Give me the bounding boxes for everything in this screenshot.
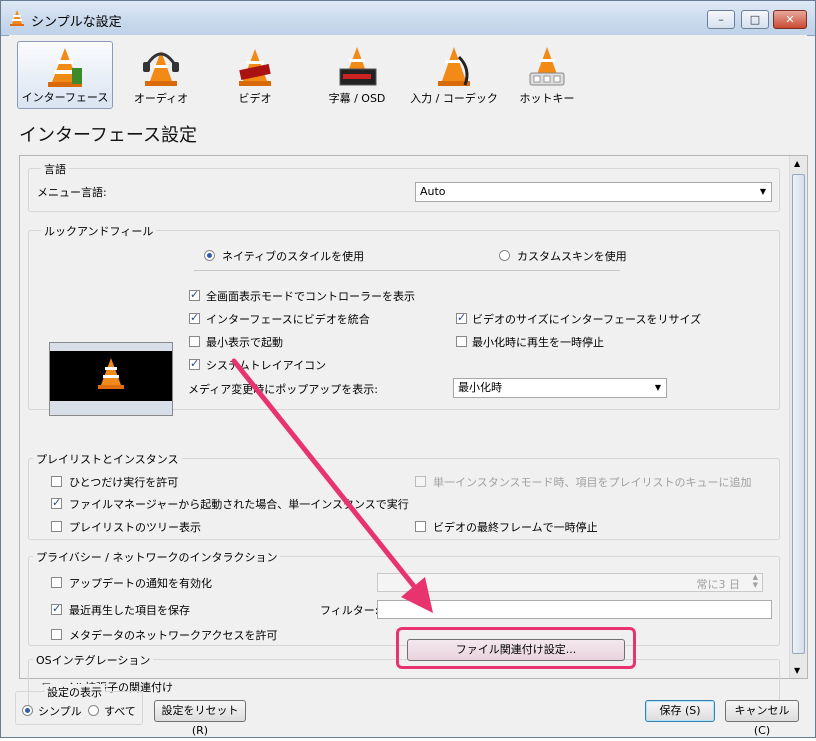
- scrollbar-thumb[interactable]: [792, 174, 805, 654]
- metadata-network-label[interactable]: メタデータのネットワークアクセスを許可: [69, 627, 277, 643]
- filter-label: フィルター:: [320, 604, 379, 617]
- tab-subtitles-label: 字幕 / OSD: [328, 92, 386, 105]
- minimize-button[interactable]: –: [707, 10, 735, 29]
- save-button[interactable]: 保存 (S): [645, 700, 715, 722]
- category-toolbar: インターフェース オーディオ ビデオ 字幕 / OSD 入力 / コーデック ホ…: [9, 35, 807, 115]
- highlight-box: [396, 627, 636, 669]
- pause-last-frame-checkbox[interactable]: [415, 521, 426, 532]
- close-button[interactable]: ✕: [773, 10, 807, 29]
- tab-audio[interactable]: オーディオ: [119, 41, 203, 109]
- film-cone-icon: [239, 49, 271, 86]
- group-show-settings: 設定の表示 シンプル すべて: [15, 684, 143, 725]
- custom-skin-label[interactable]: カスタムスキンを使用: [517, 248, 627, 264]
- vlc-cone-icon: [10, 10, 24, 26]
- start-minimal-label[interactable]: 最小表示で起動: [206, 334, 283, 350]
- update-days-value: 常に3 日: [696, 578, 741, 591]
- all-label[interactable]: すべて: [104, 703, 136, 719]
- tab-input-codecs[interactable]: 入力 / コーデック: [409, 41, 499, 109]
- group-language: 言語 メニュー言語: Auto ▼: [28, 161, 780, 212]
- all-radio[interactable]: [88, 705, 99, 716]
- show-settings-title: 設定の表示: [44, 684, 105, 700]
- simple-label[interactable]: シンプル: [38, 703, 82, 719]
- menu-language-value: Auto: [420, 185, 446, 198]
- tab-video-label: ビデオ: [238, 92, 272, 105]
- popup-select[interactable]: 最小化時 ▼: [453, 378, 667, 398]
- pause-minimized-checkbox[interactable]: [456, 336, 467, 347]
- chevron-down-icon: ▼: [654, 383, 661, 392]
- playlist-tree-checkbox[interactable]: [51, 521, 62, 532]
- client-area: インターフェース オーディオ ビデオ 字幕 / OSD 入力 / コーデック ホ…: [9, 35, 808, 737]
- reset-button[interactable]: 設定をリセット (R): [154, 700, 246, 737]
- file-manager-checkbox[interactable]: [51, 496, 62, 509]
- title-bar: シンプルな設定 – □ ✕: [1, 1, 815, 36]
- chevron-down-icon: ▼: [759, 187, 766, 196]
- maximize-button[interactable]: □: [741, 10, 769, 29]
- custom-skin-radio[interactable]: [499, 250, 510, 261]
- systray-label[interactable]: システムトレイアイコン: [206, 357, 326, 373]
- scroll-down-icon[interactable]: ▼: [794, 666, 800, 675]
- preferences-window: シンプルな設定 – □ ✕ インターフェース オーディオ ビデオ 字幕 / OS…: [0, 0, 816, 738]
- save-recent-checkbox[interactable]: [51, 602, 62, 615]
- tab-input-label: 入力 / コーデック: [410, 92, 498, 105]
- fullscreen-controls-label[interactable]: 全画面表示モードでコントローラーを表示: [206, 288, 415, 304]
- vlc-cone-icon: [98, 358, 124, 389]
- integrate-video-checkbox[interactable]: [189, 311, 200, 324]
- file-manager-label[interactable]: ファイルマネージャーから起動された場合、単一インスタンスで実行: [69, 496, 409, 512]
- update-notify-checkbox[interactable]: [51, 577, 62, 588]
- tab-interface-label: インターフェース: [21, 91, 109, 104]
- tab-hotkeys[interactable]: ホットキー: [509, 41, 585, 109]
- integrate-video-label[interactable]: インターフェースにビデオを統合: [206, 311, 370, 327]
- start-minimal-checkbox[interactable]: [189, 336, 200, 347]
- input-cone-icon: [438, 47, 470, 86]
- group-playlist-title: プレイリストとインスタンス: [33, 451, 182, 467]
- pause-last-frame-label[interactable]: ビデオの最終フレームで一時停止: [433, 519, 598, 535]
- fullscreen-controls-checkbox[interactable]: [189, 288, 200, 301]
- native-style-radio[interactable]: [204, 250, 215, 261]
- group-playlist: プレイリストとインスタンス ひとつだけ実行を許可 単一インスタンスモード時、項目…: [28, 451, 780, 540]
- tab-interface[interactable]: インターフェース: [17, 41, 113, 109]
- group-privacy-title: プライバシー / ネットワークのインタラクション: [33, 549, 281, 565]
- one-instance-label[interactable]: ひとつだけ実行を許可: [69, 474, 178, 490]
- vertical-scrollbar[interactable]: ▲ ▼: [789, 156, 807, 678]
- headphones-cone-icon: [143, 51, 179, 86]
- native-style-preview-image: [49, 342, 173, 416]
- spinner-arrows-icon[interactable]: ▲ ▼: [753, 573, 758, 589]
- page-title: インターフェース設定: [19, 125, 198, 146]
- group-language-title: 言語: [41, 161, 69, 177]
- cancel-button[interactable]: キャンセル (C): [725, 700, 799, 737]
- filter-input[interactable]: [377, 600, 772, 619]
- group-look-title: ルックアンドフィール: [41, 223, 157, 239]
- resize-interface-label[interactable]: ビデオのサイズにインターフェースをリサイズ: [472, 311, 701, 327]
- one-instance-checkbox[interactable]: [51, 476, 62, 487]
- menu-language-select[interactable]: Auto ▼: [415, 182, 772, 202]
- update-notify-label[interactable]: アップデートの通知を有効化: [69, 575, 212, 591]
- divider: [194, 270, 620, 271]
- metadata-network-checkbox[interactable]: [51, 629, 62, 640]
- window-title: シンプルな設定: [31, 15, 122, 30]
- scroll-up-icon[interactable]: ▲: [794, 159, 800, 168]
- group-os-title: OSインテグレーション: [33, 652, 154, 668]
- popup-value: 最小化時: [458, 381, 502, 394]
- enqueue-checkbox[interactable]: [415, 476, 426, 487]
- simple-radio[interactable]: [22, 705, 33, 716]
- native-style-label[interactable]: ネイティブのスタイルを使用: [222, 248, 364, 264]
- tab-video[interactable]: ビデオ: [211, 41, 299, 109]
- settings-panel: ▲ ▼ 言語 メニュー言語: Auto ▼ ルックアンドフィール ネイティブのス…: [19, 155, 808, 708]
- tab-hotkeys-label: ホットキー: [519, 92, 575, 105]
- menu-language-label: メニュー言語:: [37, 186, 107, 199]
- update-days-spinbox[interactable]: 常に3 日 ▲ ▼: [377, 573, 763, 592]
- popup-label: メディア変更時にポップアップを表示:: [188, 383, 378, 396]
- tab-audio-label: オーディオ: [133, 92, 189, 105]
- playlist-tree-label[interactable]: プレイリストのツリー表示: [69, 519, 201, 535]
- pause-minimized-label[interactable]: 最小化時に再生を一時停止: [472, 334, 604, 350]
- systray-checkbox[interactable]: [189, 357, 200, 370]
- interface-cone-icon: [48, 48, 82, 87]
- save-recent-label[interactable]: 最近再生した項目を保存: [69, 602, 190, 618]
- tab-subtitles-osd[interactable]: 字幕 / OSD: [309, 41, 405, 109]
- hotkeys-cone-icon: [529, 47, 565, 86]
- resize-interface-checkbox[interactable]: [456, 311, 467, 324]
- enqueue-label[interactable]: 単一インスタンスモード時、項目をプレイリストのキューに追加: [433, 474, 752, 490]
- subtitle-cone-icon: [339, 47, 377, 86]
